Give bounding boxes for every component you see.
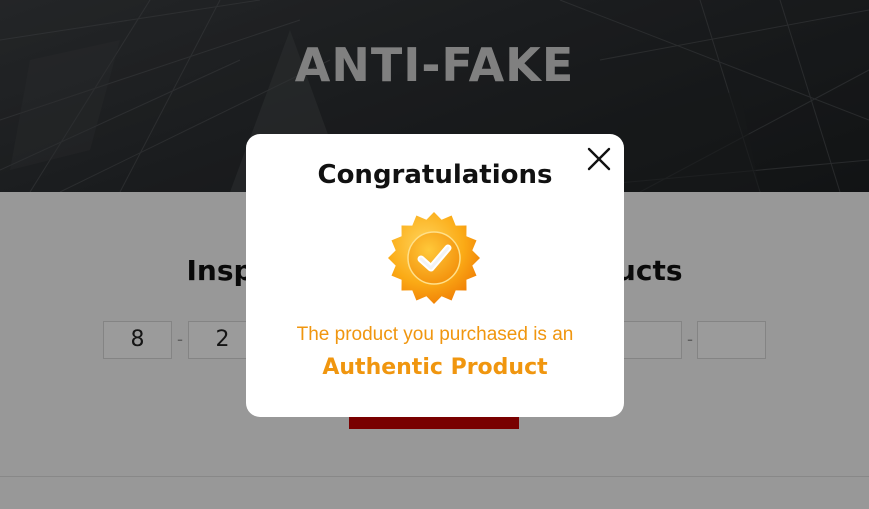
result-status: Authentic Product (322, 355, 548, 380)
page: ANTI-FAKE Inspection of Genuine Products… (0, 0, 869, 509)
close-icon[interactable] (586, 146, 612, 172)
modal-title: Congratulations (317, 160, 553, 190)
result-message: The product you purchased is an (296, 324, 574, 345)
result-modal: Congratulations The product you purchase… (246, 134, 624, 417)
verified-badge-icon (386, 210, 482, 306)
